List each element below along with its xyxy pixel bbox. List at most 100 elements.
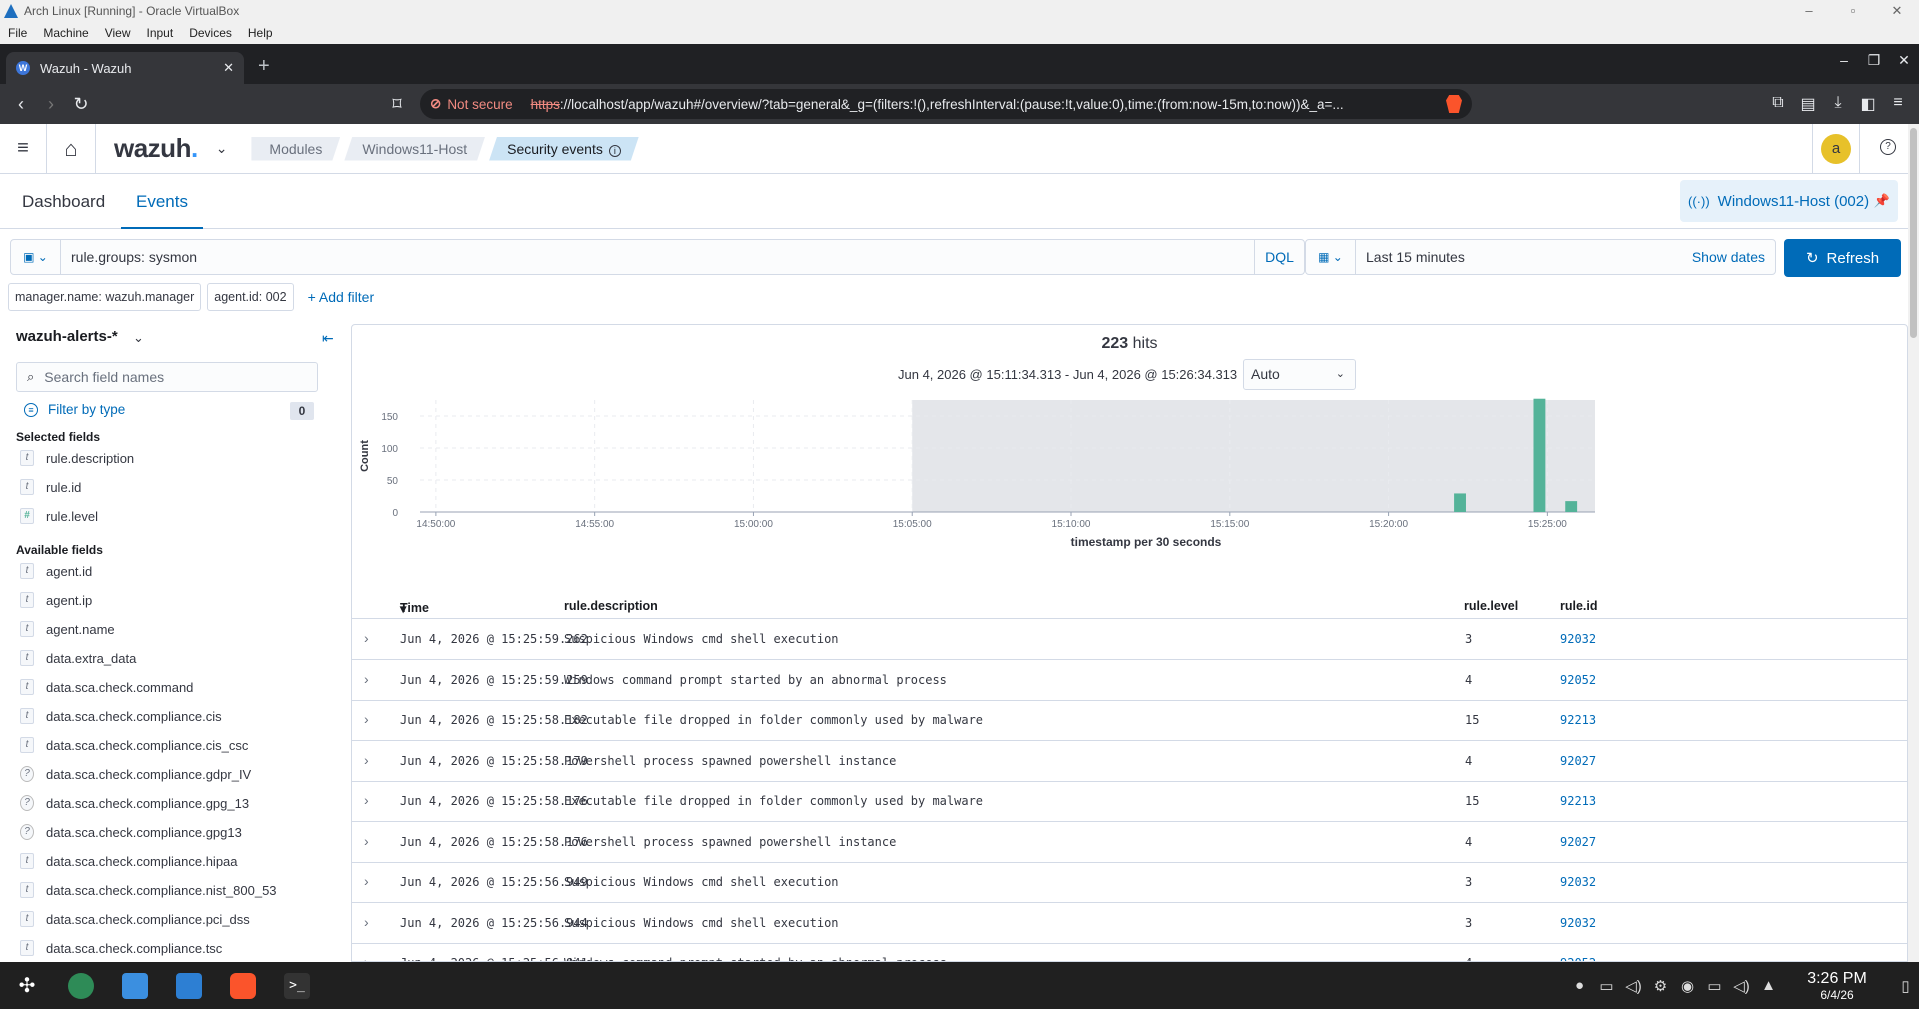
table-row[interactable]: › Jun 4, 2026 @ 15:25:58.182 Executable fi… xyxy=(352,701,1907,741)
field-item[interactable]: ? data.sca.check.compliance.gpg13 xyxy=(20,824,242,840)
field-item[interactable]: t data.sca.check.command xyxy=(20,679,193,695)
calendar-icon[interactable]: ▦ ⌄ xyxy=(1306,240,1356,274)
field-item[interactable]: ? data.sca.check.compliance.gdpr_IV xyxy=(20,766,251,782)
agent-selector[interactable]: ((·)) Windows11-Host (002) 📌 xyxy=(1680,180,1898,222)
table-row[interactable]: › Jun 4, 2026 @ 15:25:56.944 Suspicious Wi… xyxy=(352,904,1907,944)
new-tab-button[interactable]: + xyxy=(258,55,270,78)
taskbar-terminal-icon[interactable]: >_ xyxy=(270,962,324,1009)
tab-dashboard[interactable]: Dashboard xyxy=(22,174,105,229)
show-desktop-icon[interactable]: ▯ xyxy=(1892,977,1919,995)
clipboard-icon[interactable]: ▭ xyxy=(1593,977,1620,995)
maximize-icon[interactable]: ▫ xyxy=(1831,0,1875,22)
saved-queries-icon[interactable]: ▣ ⌄ xyxy=(11,240,61,274)
menu-toggle-icon[interactable]: ≡ xyxy=(0,137,46,160)
page-scrollbar[interactable] xyxy=(1908,124,1919,962)
taskbar-files-icon[interactable] xyxy=(162,962,216,1009)
close-icon[interactable]: ✕ xyxy=(1875,0,1919,22)
pin-icon[interactable]: 📌 xyxy=(1874,193,1890,209)
expand-row-icon[interactable]: › xyxy=(364,873,369,889)
menu-file[interactable]: File xyxy=(0,26,35,40)
taskbar-brave-icon[interactable] xyxy=(216,962,270,1009)
address-bar[interactable]: ⊘ Not secure https ://localhost/app/wazu… xyxy=(420,89,1472,119)
app-launcher-icon[interactable]: ✣ xyxy=(0,962,54,1009)
expand-row-icon[interactable]: › xyxy=(364,711,369,727)
filter-pill-agent[interactable]: agent.id: 002 xyxy=(207,283,294,311)
field-item[interactable]: t rule.description xyxy=(20,450,134,466)
home-icon[interactable]: ⌂ xyxy=(46,123,96,174)
expand-row-icon[interactable]: › xyxy=(364,833,369,849)
menu-input[interactable]: Input xyxy=(139,26,182,40)
filter-pill-manager[interactable]: manager.name: wazuh.manager xyxy=(8,283,202,311)
tab-close-icon[interactable]: ✕ xyxy=(223,60,234,76)
field-item[interactable]: t agent.name xyxy=(20,621,115,637)
expand-row-icon[interactable]: › xyxy=(364,630,369,646)
scrollbar-thumb[interactable] xyxy=(1910,128,1917,338)
query-language-button[interactable]: DQL xyxy=(1254,240,1304,274)
collapse-sidebar-icon[interactable]: ⇤ xyxy=(322,330,334,347)
browser-close-icon[interactable]: ✕ xyxy=(1889,52,1919,69)
avatar[interactable]: a xyxy=(1821,133,1851,164)
add-filter-button[interactable]: + Add filter xyxy=(308,289,375,305)
field-item[interactable]: t agent.ip xyxy=(20,592,92,608)
table-row[interactable]: › Jun 4, 2026 @ 15:25:56.949 Suspicious Wi… xyxy=(352,863,1907,903)
tab-events[interactable]: Events xyxy=(121,174,203,229)
chevron-down-icon[interactable]: ⌄ xyxy=(133,330,144,346)
breadcrumb-modules[interactable]: Modules xyxy=(251,137,340,161)
wallet-icon[interactable]: ▤ xyxy=(1793,94,1823,114)
table-row[interactable]: ›Jun 4, 2026 @ 15:25:56.941Windows comma… xyxy=(352,944,1907,961)
user-menu[interactable]: a xyxy=(1812,124,1860,173)
clock[interactable]: 3:26 PM 6/4/26 xyxy=(1782,969,1892,1003)
field-item[interactable]: t data.sca.check.compliance.nist_800_53 xyxy=(20,882,277,898)
field-item[interactable]: # rule.level xyxy=(20,508,98,524)
cell-rule-id[interactable]: 92213 xyxy=(1560,713,1596,727)
date-range-label[interactable]: Last 15 minutes xyxy=(1356,249,1692,265)
table-row[interactable]: › Jun 4, 2026 @ 15:25:59.259 Windows comma… xyxy=(352,661,1907,701)
menu-machine[interactable]: Machine xyxy=(35,26,96,40)
field-item[interactable]: t data.sca.check.compliance.cis_csc xyxy=(20,737,248,753)
reload-icon[interactable]: ↻ xyxy=(66,94,96,115)
field-item[interactable]: t data.sca.check.compliance.pci_dss xyxy=(20,911,250,927)
sidebar-toggle-icon[interactable]: ◧ xyxy=(1853,94,1883,114)
search-input[interactable]: rule.groups: sysmon xyxy=(61,249,1254,265)
col-level[interactable]: rule.level xyxy=(1464,599,1518,613)
field-item[interactable]: t data.sca.check.compliance.cis xyxy=(20,708,222,724)
not-secure-label[interactable]: Not secure xyxy=(447,97,512,112)
filter-by-type-button[interactable]: ≡ Filter by type xyxy=(24,402,125,417)
bookmark-icon[interactable]: ⌑ xyxy=(382,94,412,115)
info-icon[interactable]: i xyxy=(609,145,621,157)
record-icon[interactable]: ◉ xyxy=(1674,977,1701,995)
forward-icon[interactable]: › xyxy=(36,94,66,115)
index-pattern-selector[interactable]: wazuh-alerts-* xyxy=(16,328,118,345)
cell-rule-id[interactable]: 92032 xyxy=(1560,875,1596,889)
cell-rule-id[interactable]: 92213 xyxy=(1560,794,1596,808)
downloads-icon[interactable]: ⤓ xyxy=(1823,94,1853,114)
browser-menu-icon[interactable]: ≡ xyxy=(1883,94,1913,114)
expand-row-icon[interactable]: › xyxy=(364,792,369,808)
field-item[interactable]: ? data.sca.check.compliance.gpg_13 xyxy=(20,795,249,811)
field-item[interactable]: t data.extra_data xyxy=(20,650,136,666)
taskbar-store-icon[interactable] xyxy=(108,962,162,1009)
settings-icon[interactable]: ⚙ xyxy=(1647,977,1674,995)
wazuh-logo[interactable]: wazuh. xyxy=(114,133,198,164)
extensions-icon[interactable]: ⧉ xyxy=(1763,94,1793,114)
table-row[interactable]: › Jun 4, 2026 @ 15:25:58.176 Powershell pr… xyxy=(352,823,1907,863)
back-icon[interactable]: ‹ xyxy=(6,94,36,115)
refresh-button[interactable]: ↻ Refresh xyxy=(1784,239,1901,277)
expand-row-icon[interactable]: › xyxy=(364,671,369,687)
field-search-input[interactable]: ⌕ Search field names xyxy=(16,362,318,392)
interval-select[interactable]: Auto ⌄ xyxy=(1243,359,1356,390)
breadcrumb-agent[interactable]: Windows11-Host xyxy=(344,137,485,161)
tray-expand-icon[interactable]: ▲ xyxy=(1755,977,1782,994)
taskbar-app-1[interactable] xyxy=(54,962,108,1009)
chevron-down-icon[interactable]: ⌄ xyxy=(216,140,228,157)
field-item[interactable]: t data.sca.check.compliance.tsc xyxy=(20,940,222,956)
menu-devices[interactable]: Devices xyxy=(181,26,240,40)
volume-icon[interactable]: ◁) xyxy=(1620,977,1647,995)
display-icon[interactable]: ▭ xyxy=(1701,977,1728,995)
col-description[interactable]: rule.description xyxy=(564,599,658,613)
expand-row-icon[interactable]: › xyxy=(364,752,369,768)
help-icon[interactable]: ? xyxy=(1880,139,1896,155)
brave-shields-icon[interactable] xyxy=(1446,95,1462,113)
browser-restore-icon[interactable]: ❐ xyxy=(1859,52,1889,69)
browser-tab[interactable]: W Wazuh - Wazuh ✕ xyxy=(6,52,244,84)
